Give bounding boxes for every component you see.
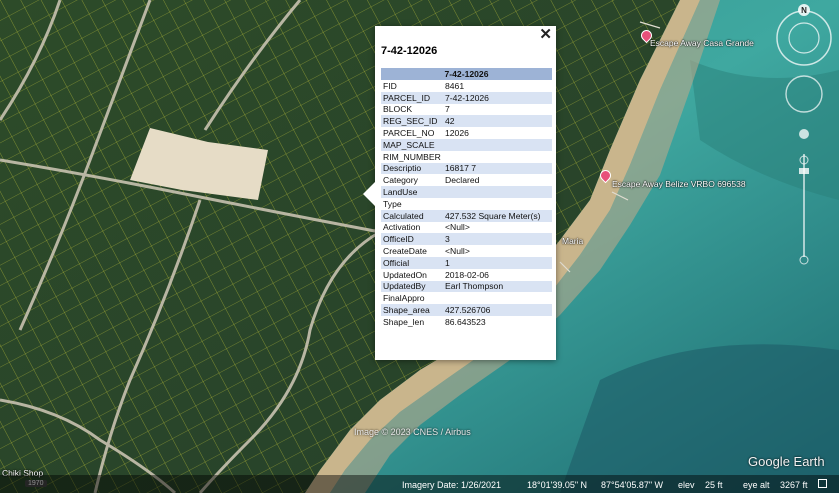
attribute-value: Declared	[445, 175, 480, 186]
eye-altitude-value: 3267 ft	[780, 480, 808, 490]
attribute-key: MAP_SCALE	[381, 138, 443, 151]
attribute-value: 86.643523	[445, 316, 486, 327]
attribute-row: Shape_len 86.643523	[381, 316, 552, 328]
attribute-row: Descriptio 16817 7	[381, 162, 552, 175]
attribute-table-header: 7-42-12026	[381, 68, 552, 80]
attribute-row: OfficeID 3	[381, 233, 552, 246]
attribute-row: FinalAppro	[381, 292, 552, 304]
attribute-key: UpdatedOn	[383, 269, 427, 280]
attribute-row: PARCEL_ID 7-42-12026	[381, 91, 552, 104]
attribute-value: <Null>	[445, 222, 470, 233]
attribute-row: CreateDate <Null>	[381, 245, 552, 257]
attribute-key: Official	[381, 256, 443, 269]
attribute-value: 7-42-12026	[443, 91, 552, 104]
attribute-key: PARCEL_ID	[381, 91, 443, 104]
attribute-value: 427.532 Square Meter(s)	[443, 209, 552, 222]
attribute-key: REG_SEC_ID	[381, 115, 443, 128]
attribute-key: FID	[383, 80, 397, 91]
attribute-row: PARCEL_NO 12026	[381, 127, 552, 139]
street-view-person-icon[interactable]	[799, 129, 809, 139]
imagery-date: Imagery Date: 1/26/2021	[402, 480, 502, 490]
attribute-value	[443, 292, 552, 304]
look-joystick-icon[interactable]	[785, 75, 823, 113]
attribute-key: Type	[383, 198, 402, 209]
attribute-row: Category Declared	[381, 174, 552, 186]
longitude-readout: 87°54'05.87" W	[601, 480, 664, 490]
attribute-row: REG_SEC_ID 42	[381, 115, 552, 128]
attribute-key: BLOCK	[383, 104, 413, 115]
attribute-key: Shape_len	[383, 316, 425, 327]
close-icon[interactable]: ✕	[539, 27, 552, 43]
attribute-value: 8461	[445, 80, 465, 91]
attribute-key: Shape_area	[381, 304, 443, 316]
eye-altitude-label: eye alt	[743, 480, 770, 490]
attribute-value: 42	[443, 115, 552, 128]
attribute-value: <Null>	[445, 246, 470, 257]
status-bar: Imagery Date: 1/26/2021 18°01'39.05" N 8…	[0, 475, 839, 493]
place-label-vrbo[interactable]: Escape Away Belize VRBO 696538	[612, 179, 746, 189]
attribute-key: PARCEL_NO	[383, 128, 435, 139]
attribute-value: 1	[443, 256, 552, 269]
elevation-value: 25 ft	[705, 480, 723, 490]
attribute-key: OfficeID	[381, 233, 443, 246]
parcel-info-popup: ✕ 7-42-12026 7-42-12026 FID 8461 PARCEL_ID…	[363, 26, 556, 360]
compass-north-label: N	[801, 6, 807, 15]
attribute-row: UpdatedOn 2018-02-06	[381, 269, 552, 281]
navigation-controls[interactable]: N	[775, 2, 839, 272]
attribute-key: RIM_NUMBER	[383, 151, 441, 162]
attribute-value: Earl Thompson	[443, 280, 552, 293]
attribute-row: Shape_area 427.526706	[381, 304, 552, 316]
attribute-key: CreateDate	[383, 246, 427, 257]
attribute-row: UpdatedBy Earl Thompson	[381, 280, 552, 293]
attribute-key: Descriptio	[381, 162, 443, 175]
attribute-row: MAP_SCALE	[381, 138, 552, 151]
attribute-value: 2018-02-06	[445, 269, 489, 280]
imagery-credit: Image © 2023 CNES / Airbus	[354, 427, 471, 437]
attribute-row: Official 1	[381, 256, 552, 269]
attribute-key: Calculated	[381, 209, 443, 222]
attribute-row: Type	[381, 198, 552, 210]
attribute-value	[443, 151, 552, 163]
attribute-key: UpdatedBy	[381, 280, 443, 293]
compass-ring-icon[interactable]	[776, 10, 832, 66]
attribute-row: LandUse	[381, 186, 552, 198]
place-label-maria: Maria	[562, 236, 584, 246]
latitude-readout: 18°01'39.05" N	[527, 480, 588, 490]
attribute-value	[443, 186, 552, 198]
zoom-out-icon[interactable]	[799, 255, 809, 265]
place-label-casa-grande[interactable]: Escape Away Casa Grande	[650, 38, 754, 48]
attribute-key: FinalAppro	[383, 293, 425, 304]
attribute-value: 12026	[445, 128, 469, 139]
attribute-value: 3	[443, 233, 552, 246]
attribute-key: Activation	[383, 222, 421, 233]
attribute-value: 427.526706	[443, 304, 552, 316]
attribute-table: 7-42-12026 FID 8461 PARCEL_ID 7-42-12026 BLO…	[381, 68, 552, 328]
attribute-key: LandUse	[381, 186, 443, 198]
zoom-slider-thumb[interactable]	[799, 168, 809, 174]
elevation-label: elev	[678, 480, 695, 490]
attribute-row: BLOCK 7	[381, 104, 552, 116]
attribute-value	[443, 198, 552, 210]
google-earth-logo: Google Earth	[748, 454, 825, 469]
attribute-key: Category	[383, 175, 418, 186]
popup-title: 7-42-12026	[381, 45, 438, 57]
attribute-row: Activation <Null>	[381, 222, 552, 234]
attribute-row: RIM_NUMBER	[381, 151, 552, 163]
attribute-value: 16817 7	[443, 162, 552, 175]
streaming-indicator-icon	[818, 479, 827, 488]
attribute-value	[443, 138, 552, 151]
attribute-value: 7	[445, 104, 450, 115]
attribute-row: Calculated 427.532 Square Meter(s)	[381, 209, 552, 222]
attribute-row: FID 8461	[381, 80, 552, 92]
